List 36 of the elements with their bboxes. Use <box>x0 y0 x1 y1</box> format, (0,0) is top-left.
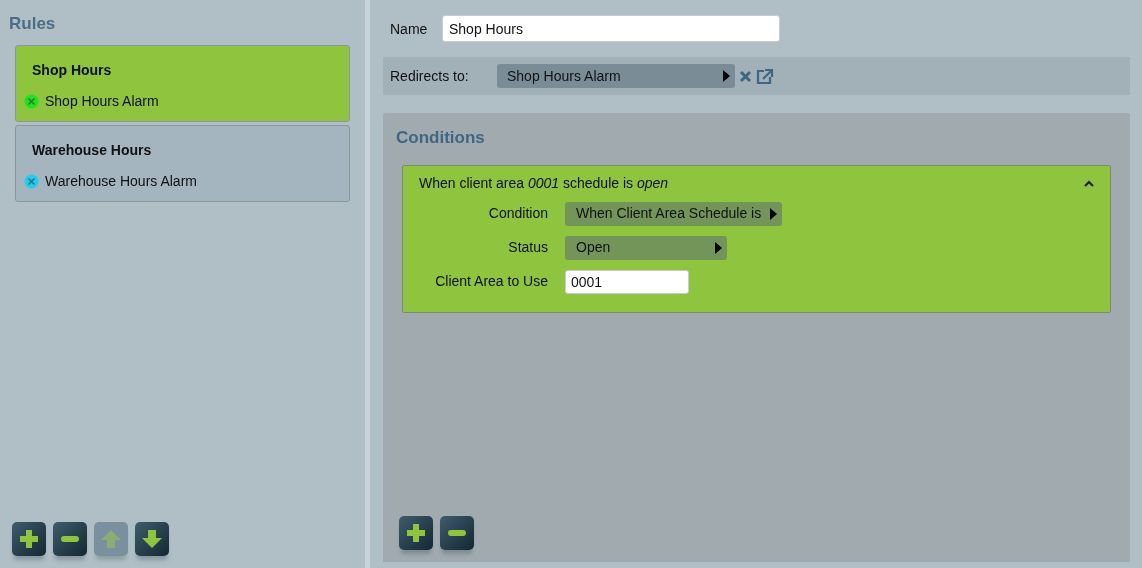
dropdown[interactable]: When Client Area Schedule is <box>565 201 783 226</box>
external-link-icon[interactable] <box>756 67 774 85</box>
rule-target: Warehouse Hours Alarm <box>45 171 197 191</box>
dropdown[interactable]: Open <box>565 235 727 260</box>
add-button[interactable] <box>12 522 46 556</box>
field-label: Client Area to Use <box>435 272 548 291</box>
minus-icon <box>448 530 466 536</box>
section-title: Conditions <box>396 127 485 149</box>
add-button[interactable] <box>399 516 433 550</box>
remove-button[interactable] <box>53 522 87 556</box>
caret-icon <box>769 207 778 220</box>
minus-icon <box>61 536 79 542</box>
panel-title: Rules <box>8 13 57 35</box>
rule-name: Warehouse Hours <box>31 140 152 160</box>
field-label: Condition <box>488 204 548 223</box>
input-field[interactable]: 0001 <box>565 269 689 294</box>
plus-icon <box>406 524 426 542</box>
remove-button[interactable] <box>440 516 474 550</box>
arrow-up-icon <box>101 530 121 548</box>
rule-item[interactable]: Shop Hours Shop Hours Alarm <box>15 44 350 122</box>
collapse-icon[interactable] <box>1084 180 1094 187</box>
plus-icon <box>19 530 39 548</box>
move-down-button[interactable] <box>135 522 169 556</box>
caret-icon <box>714 241 722 254</box>
redirect-dropdown[interactable]: Shop Hours Alarm <box>497 64 735 88</box>
arrow-down-icon <box>142 530 162 548</box>
rule-target: Shop Hours Alarm <box>45 91 159 111</box>
name-field[interactable]: Shop Hours <box>442 15 780 42</box>
rule-name: Shop Hours <box>31 60 112 80</box>
field-label: Redirects to: <box>390 66 470 86</box>
condition-summary: When client area 0001 schedule is open <box>419 174 669 193</box>
caret-icon <box>722 70 730 82</box>
field-label: Status <box>508 238 548 257</box>
field-label: Name <box>389 20 429 39</box>
rule-item[interactable]: Warehouse Hours Warehouse Hours Alarm <box>15 124 350 202</box>
close-icon[interactable] <box>739 69 752 83</box>
